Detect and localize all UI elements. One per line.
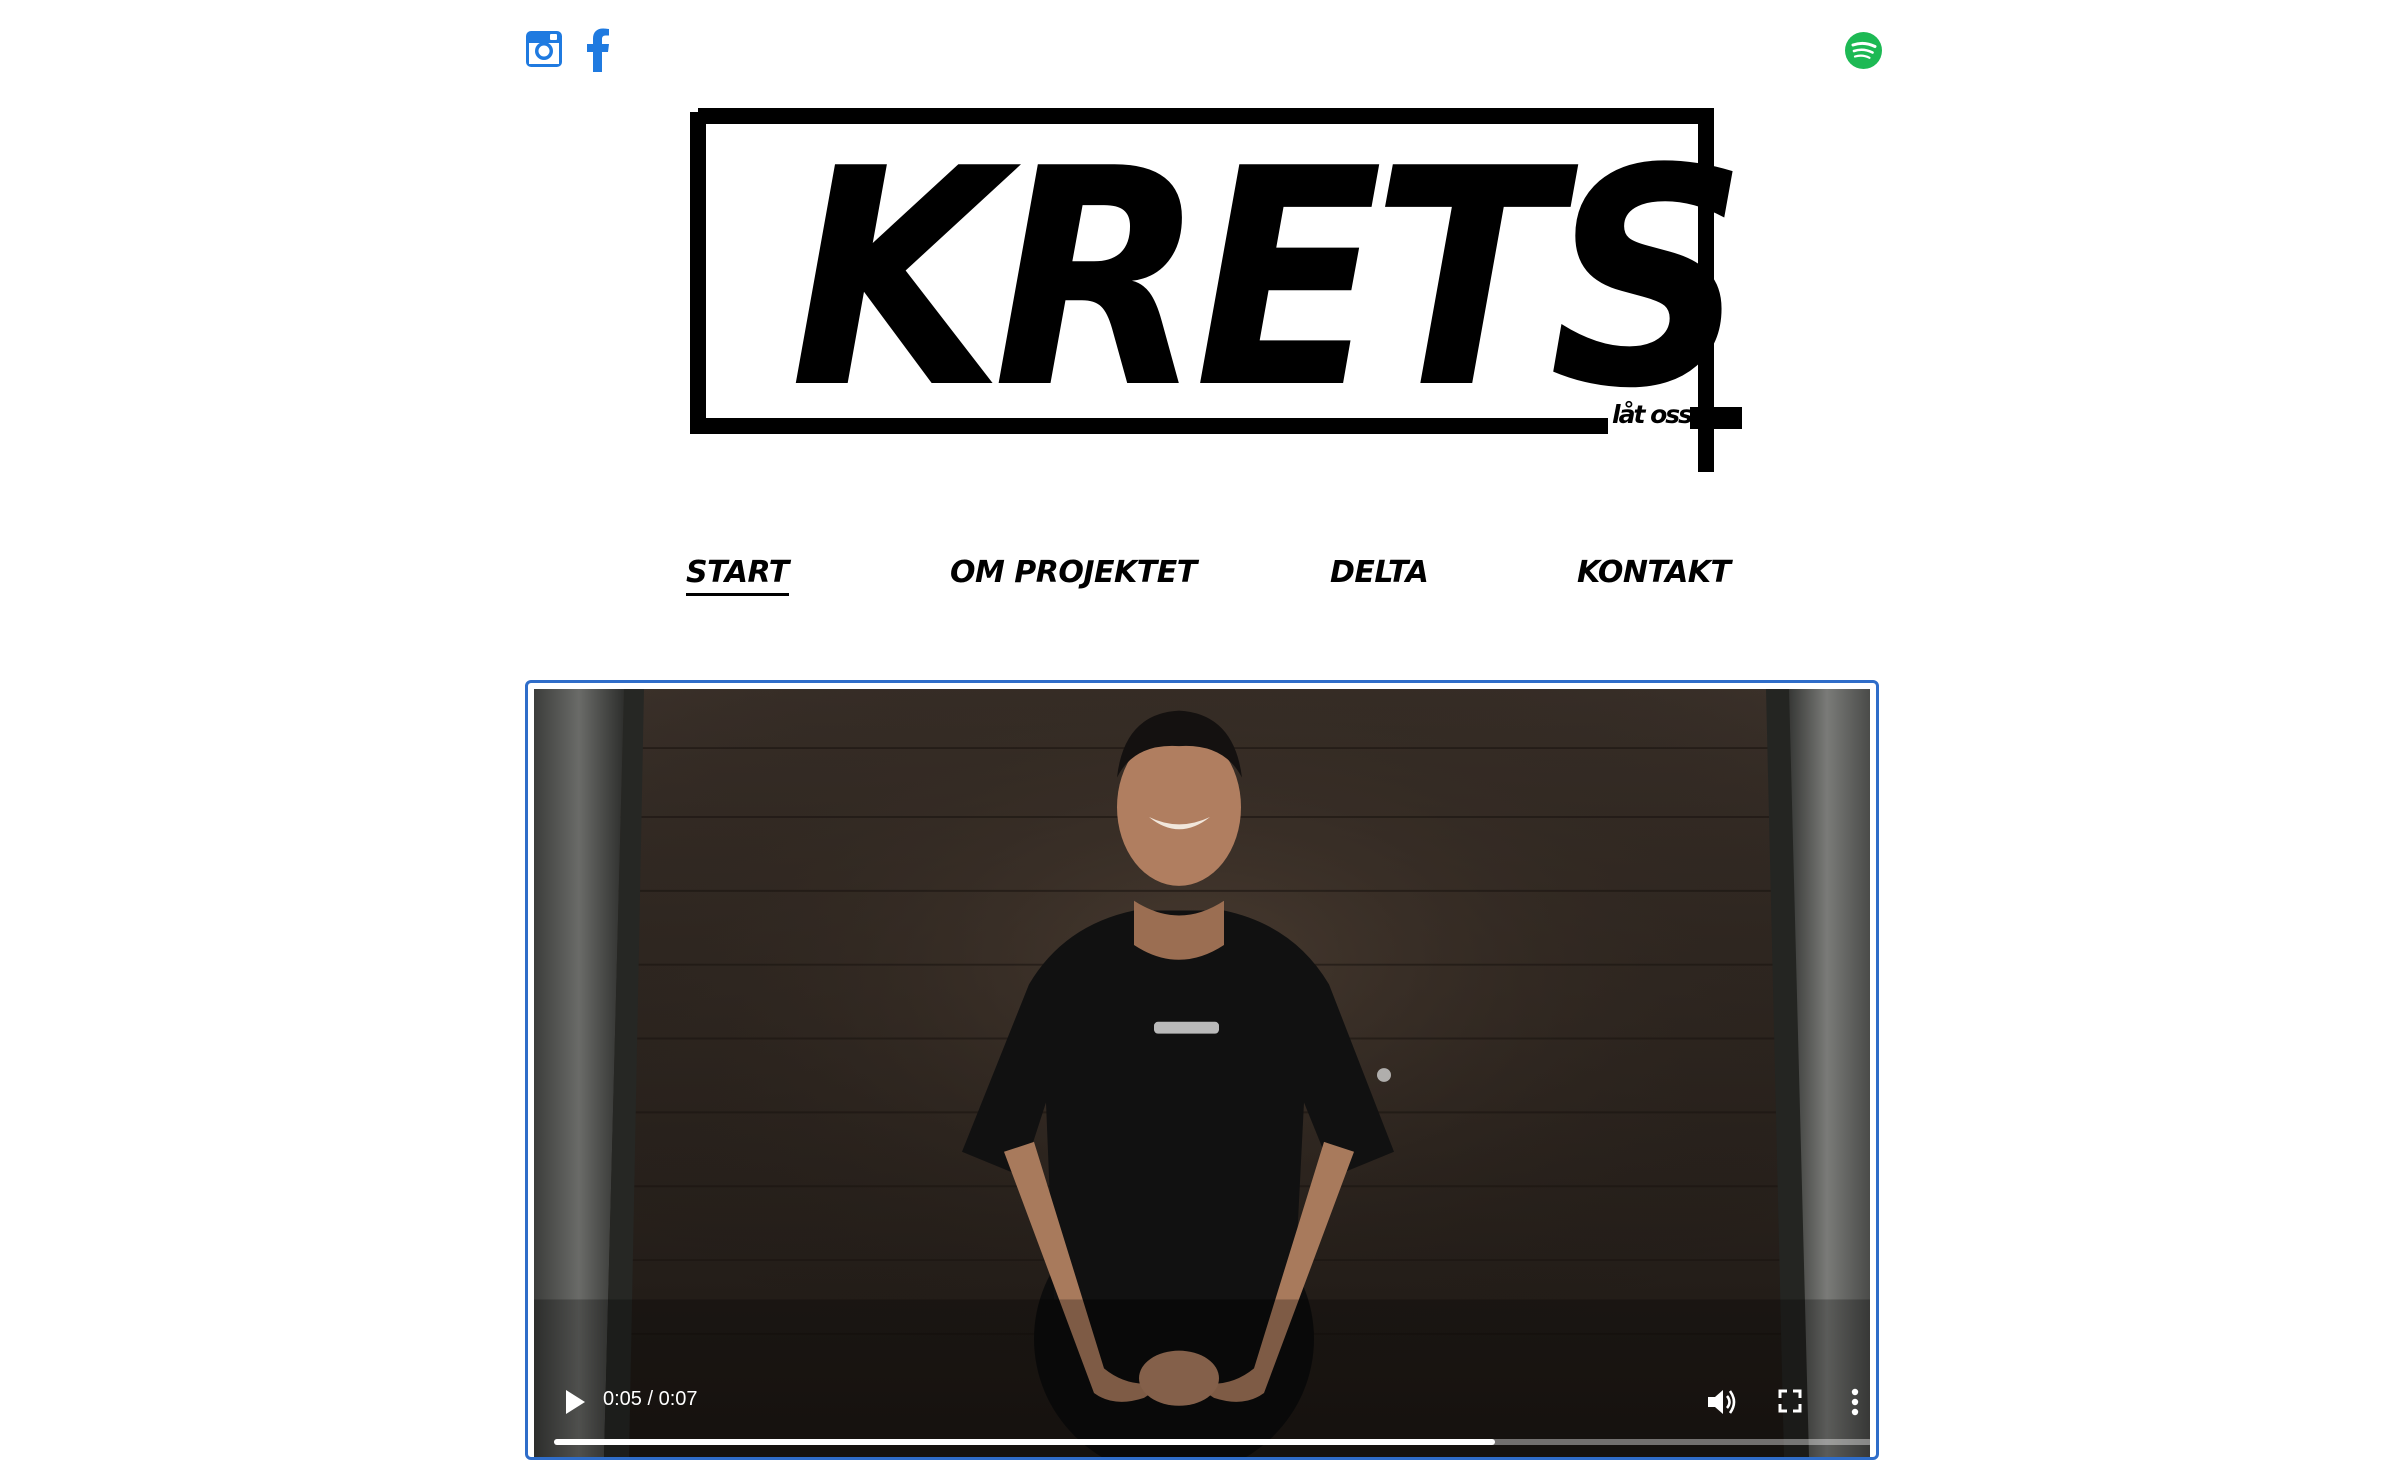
- logo-word: KRETS: [790, 105, 1748, 454]
- video-frame: 0:05 / 0:07: [525, 680, 1879, 1460]
- krets-logo[interactable]: KRETS låt oss.: [690, 108, 1750, 478]
- logo-tagline: låt oss.: [1612, 400, 1701, 429]
- nav-item-start[interactable]: START: [686, 555, 789, 596]
- spotify-icon-glyph: [1845, 32, 1882, 69]
- video-player[interactable]: 0:05 / 0:07: [534, 689, 1870, 1457]
- nav-item-delta[interactable]: DELTA: [1330, 555, 1429, 590]
- facebook-icon-glyph: [587, 28, 609, 72]
- play-icon[interactable]: [564, 1389, 586, 1415]
- main-nav: START OM PROJEKTET DELTA KONTAKT: [686, 555, 1731, 615]
- video-frame-image: [534, 689, 1870, 1457]
- instagram-icon-glyph: [526, 31, 562, 67]
- facebook-icon[interactable]: [585, 28, 611, 72]
- nav-item-kontakt[interactable]: KONTAKT: [1577, 555, 1731, 590]
- fullscreen-icon[interactable]: [1778, 1389, 1802, 1413]
- more-options-icon[interactable]: [1850, 1387, 1860, 1417]
- instagram-icon[interactable]: [525, 30, 563, 68]
- nav-item-om-projektet[interactable]: OM PROJEKTET: [950, 555, 1197, 590]
- volume-icon[interactable]: [1706, 1387, 1738, 1417]
- spotify-icon[interactable]: [1845, 32, 1882, 69]
- video-time-display: 0:05 / 0:07: [603, 1388, 698, 1410]
